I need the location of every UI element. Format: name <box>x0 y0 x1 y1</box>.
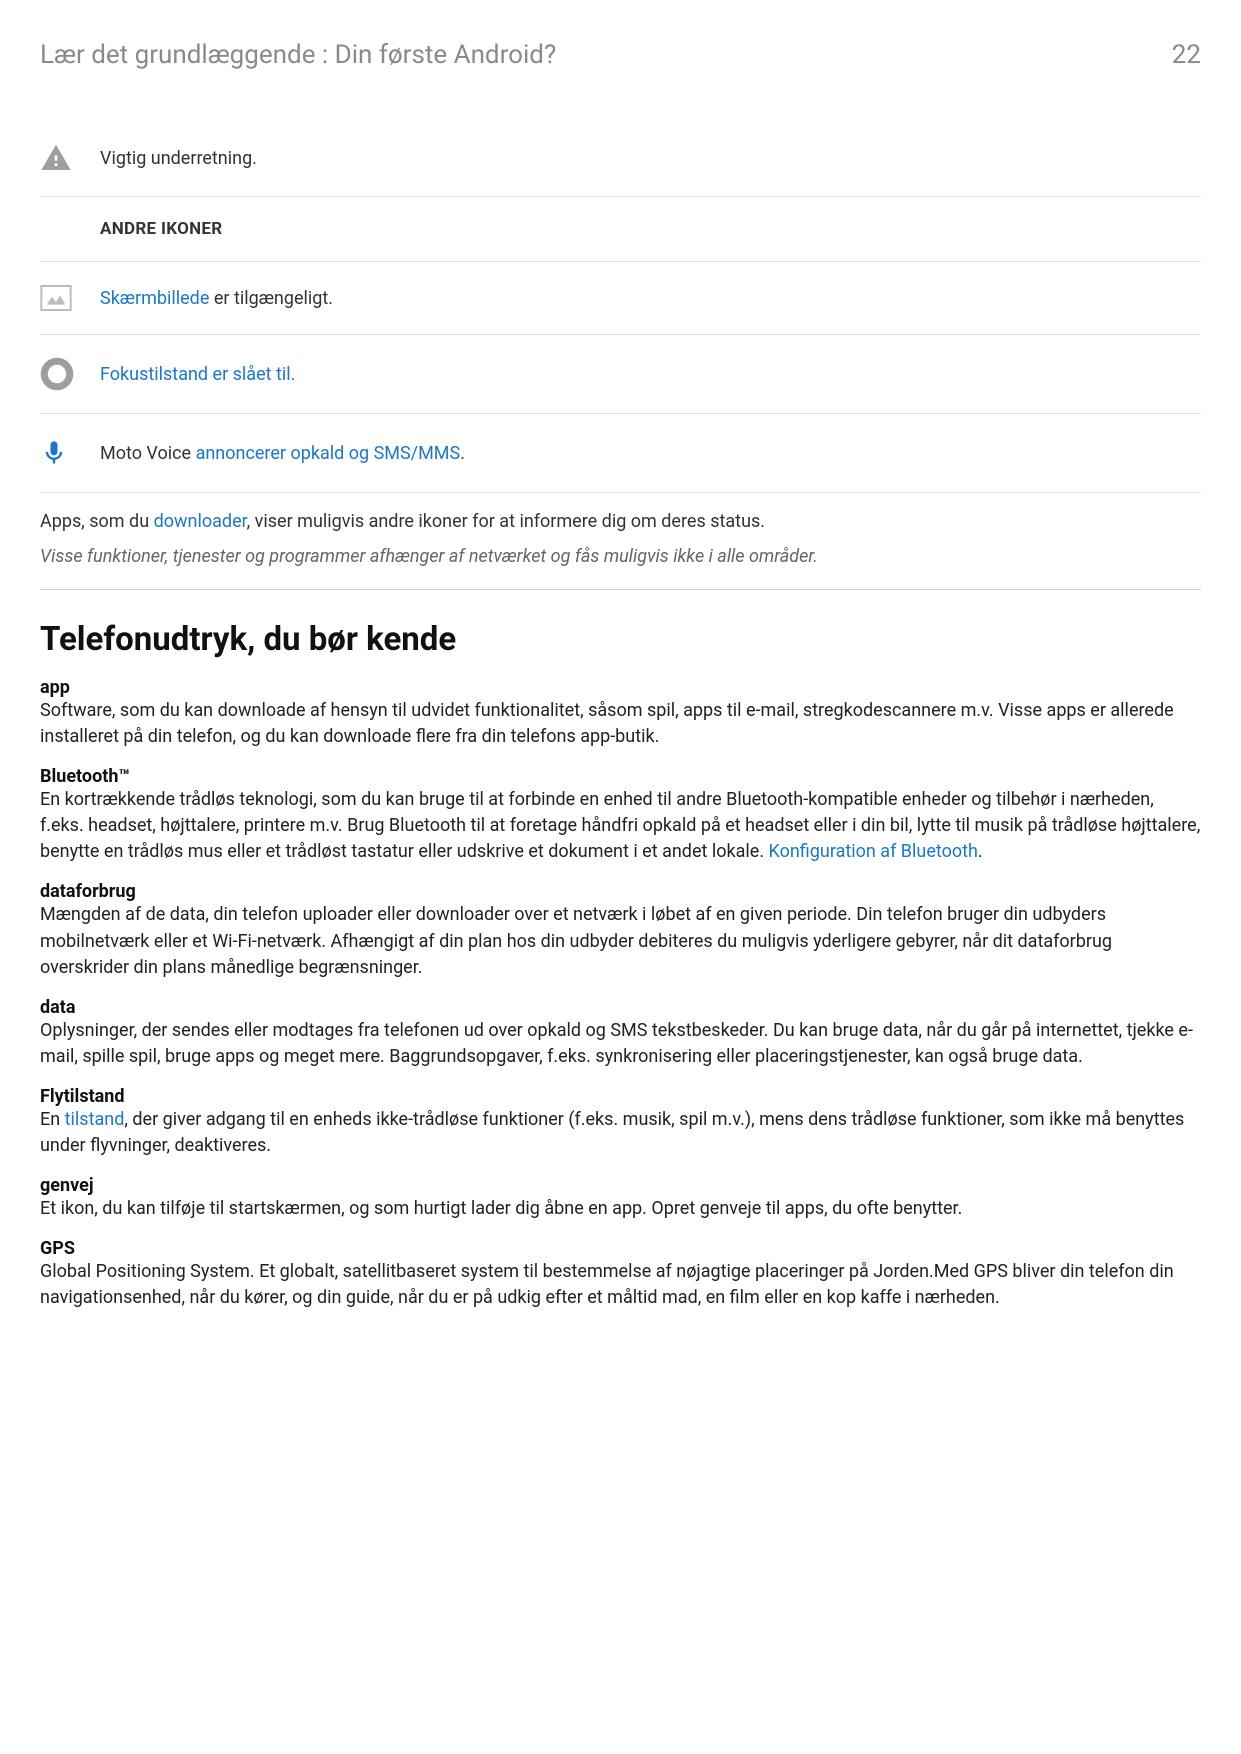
fly-body-1: En <box>40 1109 65 1130</box>
voice-prefix: Moto Voice <box>100 443 196 464</box>
term-flytilstand: Flytilstand En tilstand, der giver adgan… <box>40 1086 1201 1159</box>
row-warning-text: Vigtig underretning. <box>100 120 1201 197</box>
term-app: app Software, som du kan downloade af he… <box>40 677 1201 750</box>
section-title: Telefonudtryk, du bør kende <box>40 620 1201 659</box>
page-number: 22 <box>1172 40 1201 70</box>
term-data: data Oplysninger, der sendes eller modta… <box>40 997 1201 1070</box>
focus-link[interactable]: Fokustilstand er slået til. <box>100 364 295 385</box>
term-app-body: Software, som du kan downloade af hensyn… <box>40 698 1201 750</box>
term-genvej: genvej Et ikon, du kan tilføje til start… <box>40 1175 1201 1222</box>
screenshot-link[interactable]: Skærmbillede <box>100 288 209 309</box>
term-dataforbrug-body: Mængden af de data, din telefon uploader… <box>40 902 1201 980</box>
row-focus: Fokustilstand er slået til. <box>40 335 1201 414</box>
subheader-text: ANDRE IKONER <box>100 197 1201 262</box>
image-placeholder-icon <box>40 284 90 312</box>
term-app-title: app <box>40 677 1201 698</box>
row-screenshot-text: Skærmbillede er tilgængeligt. <box>100 262 1201 335</box>
icon-table: Vigtig underretning. ANDRE IKONER Skærmb… <box>40 120 1201 493</box>
term-genvej-title: genvej <box>40 1175 1201 1196</box>
term-genvej-body: Et ikon, du kan tilføje til startskærmen… <box>40 1196 1201 1222</box>
row-warning: Vigtig underretning. <box>40 120 1201 197</box>
bt-body-1: En kortrækkende trådløs teknologi, som d… <box>40 789 1200 862</box>
downloader-link[interactable]: downloader <box>154 511 247 532</box>
term-dataforbrug: dataforbrug Mængden af de data, din tele… <box>40 881 1201 980</box>
term-data-title: data <box>40 997 1201 1018</box>
bt-body-2: . <box>978 841 983 862</box>
italic-note: Visse funktioner, tjenester og programme… <box>40 546 1201 567</box>
warning-icon <box>40 142 90 174</box>
row-voice-text: Moto Voice annoncerer opkald og SMS/MMS. <box>100 414 1201 493</box>
term-bluetooth: Bluetooth™ En kortrækkende trådløs tekno… <box>40 766 1201 865</box>
term-data-body: Oplysninger, der sendes eller modtages f… <box>40 1018 1201 1070</box>
page-header: Lær det grundlæggende : Din første Andro… <box>40 40 1201 70</box>
screenshot-rest: er tilgængeligt. <box>209 288 333 309</box>
term-bluetooth-body: En kortrækkende trådløs teknologi, som d… <box>40 787 1201 865</box>
voice-suffix: . <box>460 443 465 464</box>
circle-focus-icon <box>40 357 90 391</box>
apps-note: Apps, som du downloader, viser muligvis … <box>40 511 1201 532</box>
apps-prefix: Apps, som du <box>40 511 154 532</box>
term-flytilstand-title: Flytilstand <box>40 1086 1201 1107</box>
row-screenshot: Skærmbillede er tilgængeligt. <box>40 262 1201 335</box>
breadcrumb: Lær det grundlæggende : Din første Andro… <box>40 40 556 70</box>
bluetooth-config-link[interactable]: Konfiguration af Bluetooth <box>769 841 978 862</box>
apps-suffix: , viser muligvis andre ikoner for at inf… <box>247 511 765 532</box>
voice-link[interactable]: annoncerer opkald og SMS/MMS <box>196 443 461 464</box>
section-divider <box>40 589 1201 590</box>
term-dataforbrug-title: dataforbrug <box>40 881 1201 902</box>
term-gps-title: GPS <box>40 1238 1201 1259</box>
row-voice: Moto Voice annoncerer opkald og SMS/MMS. <box>40 414 1201 493</box>
fly-body-2: , der giver adgang til en enheds ikke-tr… <box>40 1109 1184 1156</box>
term-gps: GPS Global Positioning System. Et global… <box>40 1238 1201 1311</box>
mic-icon <box>40 436 90 470</box>
term-flytilstand-body: En tilstand, der giver adgang til en enh… <box>40 1107 1201 1159</box>
row-focus-text: Fokustilstand er slået til. <box>100 335 1201 414</box>
term-gps-body: Global Positioning System. Et globalt, s… <box>40 1259 1201 1311</box>
tilstand-link[interactable]: tilstand <box>65 1109 125 1130</box>
term-bluetooth-title: Bluetooth™ <box>40 766 1201 787</box>
row-subheader: ANDRE IKONER <box>40 197 1201 262</box>
